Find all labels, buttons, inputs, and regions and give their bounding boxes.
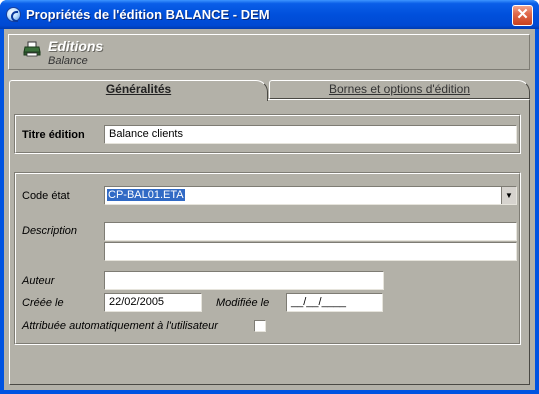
window-title: Propriétés de l'édition BALANCE - DEM [26,7,270,22]
header-title: Editions [48,38,104,54]
description-input-line1[interactable] [104,222,517,241]
code-etat-value: CP-BAL01.ETA [107,189,185,201]
printer-icon [23,41,41,57]
app-icon [6,7,21,22]
code-etat-select[interactable]: CP-BAL01.ETA ▼ [104,186,517,205]
titre-edition-input[interactable]: Balance clients [104,125,517,144]
tab-bornes-options[interactable]: Bornes et options d'édition [269,80,530,99]
tab-generalites-label: Généralités [105,82,172,96]
dialog-window: Propriétés de l'édition BALANCE - DEM ✕ … [0,0,539,394]
tab-generalites[interactable]: Généralités [9,80,268,101]
auto-attribution-checkbox[interactable] [254,320,266,332]
creee-le-input[interactable]: 22/02/2005 [104,293,202,312]
close-button[interactable]: ✕ [512,5,533,26]
modifiee-le-label: Modifiée le [216,297,270,309]
auteur-label: Auteur [22,275,55,287]
title-bar[interactable]: Propriétés de l'édition BALANCE - DEM ✕ [0,0,539,29]
header-subtitle: Balance [48,55,88,67]
modifiee-le-input[interactable]: __/__/____ [286,293,383,312]
auteur-input[interactable] [104,271,384,290]
description-input-line2[interactable] [104,242,517,261]
chevron-down-icon[interactable]: ▼ [501,187,516,204]
tab-bornes-options-label: Bornes et options d'édition [328,82,471,96]
auto-attribution-label: Attribuée automatiquement à l'utilisateu… [22,320,218,332]
description-label: Description [22,225,78,237]
creee-le-label: Créée le [22,297,64,309]
code-etat-label: Code état [22,190,70,202]
titre-edition-label: Titre édition [22,129,85,141]
header-panel: Editions Balance [8,34,530,70]
